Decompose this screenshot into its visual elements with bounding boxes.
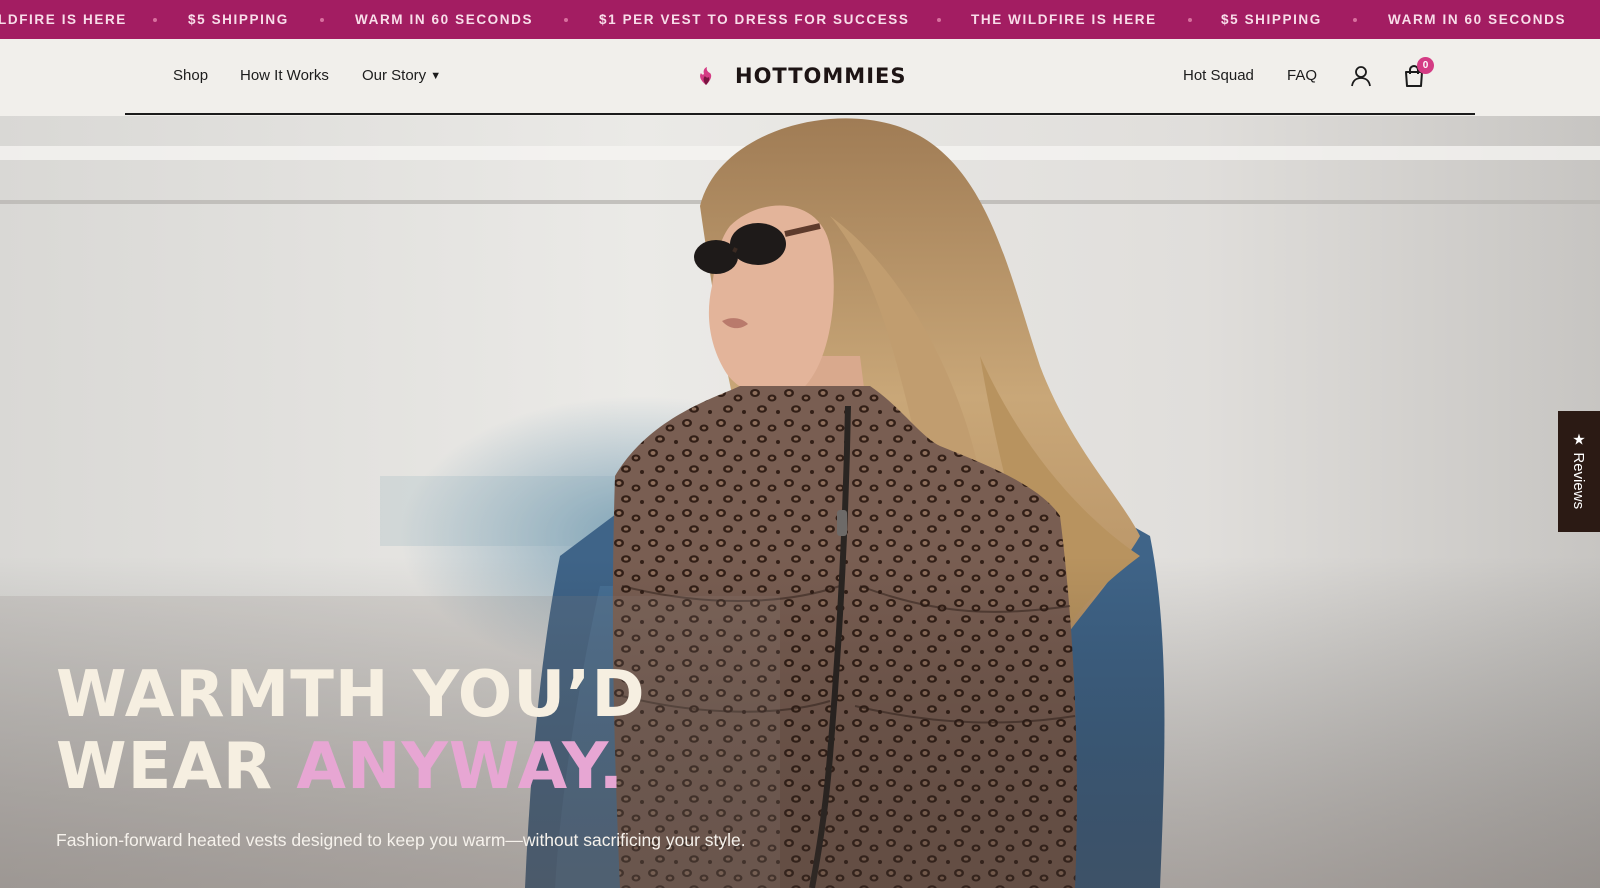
announcement-item: THE WILDFIRE IS HERE [971,12,1157,27]
site-logo[interactable]: HOTTOMMIES [695,39,907,113]
announcement-separator [564,18,568,22]
announcement-track: LDFIRE IS HERE $5 SHIPPING WARM IN 60 SE… [0,0,1600,39]
nav-shop[interactable]: Shop [173,39,208,113]
announcement-bar: LDFIRE IS HERE $5 SHIPPING WARM IN 60 SE… [0,0,1600,39]
announcement-item: WARM IN 60 SECONDS [355,12,534,27]
nav-faq[interactable]: FAQ [1287,39,1317,113]
reviews-tab-content: ★ Reviews [1570,431,1588,510]
announcement-separator [1353,18,1357,22]
cart-count-badge: 0 [1417,57,1434,74]
announcement-item: LDFIRE IS HERE [0,12,127,27]
hero-headline-line2-start: WEAR [56,730,297,804]
announcement-separator [937,18,941,22]
flame-heart-logo-icon [695,65,717,87]
announcement-item: $5 SHIPPING [188,12,289,27]
announcement-separator [153,18,157,22]
hero-banner: WARMTH YOU’D WEAR ANYWAY. Fashion-forwar… [0,116,1600,888]
user-icon[interactable] [1348,63,1374,89]
announcement-item: $5 SHIPPING [1221,12,1322,27]
reviews-tab-label: Reviews [1570,452,1588,510]
chevron-down-icon: ▼ [430,70,442,82]
star-icon: ★ [1572,431,1586,449]
nav-our-story[interactable]: Our Story ▼ [362,39,441,113]
reviews-tab[interactable]: ★ Reviews [1558,411,1600,532]
announcement-separator [1188,18,1192,22]
hero-headline: WARMTH YOU’D WEAR ANYWAY. [56,659,646,803]
nav-how-it-works[interactable]: How It Works [240,39,329,113]
logo-wordmark: HOTTOMMIES [735,64,907,88]
hero-headline-line2: WEAR ANYWAY. [56,731,646,803]
nav-our-story-label: Our Story [362,67,427,84]
announcement-item: WARM IN 60 SECONDS [1388,12,1567,27]
hero-headline-line1: WARMTH YOU’D [56,658,646,732]
site-header: Shop How It Works Our Story ▼ HOTTOMMIES … [0,39,1600,116]
announcement-separator [320,18,324,22]
hero-headline-accent: ANYWAY. [296,730,625,804]
nav-hot-squad[interactable]: Hot Squad [1183,39,1254,113]
hero-subtext: Fashion-forward heated vests designed to… [56,830,746,850]
header-divider [125,113,1475,115]
announcement-item: $1 PER VEST TO DRESS FOR SUCCESS [599,12,910,27]
